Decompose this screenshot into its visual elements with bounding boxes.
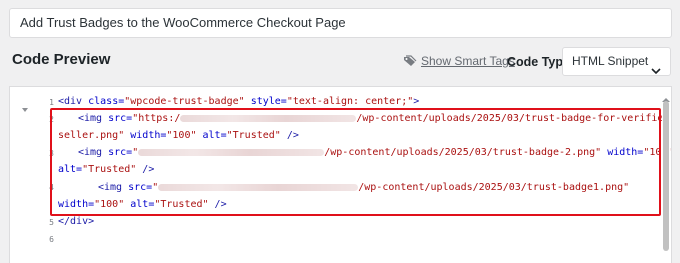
tag-icon [403, 55, 417, 67]
code-line-1: <div class="wpcode-trust-badge" style="t… [58, 96, 420, 107]
code-type-value: HTML Snippet [572, 54, 649, 68]
show-smart-tags-link[interactable]: Show Smart Tags [403, 54, 515, 68]
code-line-3-wrap: alt="Trusted" /> [58, 164, 155, 175]
chevron-down-icon [651, 58, 661, 85]
snippet-title-input[interactable]: Add Trust Badges to the WooCommerce Chec… [9, 8, 672, 38]
code-type-label: Code Type [507, 55, 570, 69]
code-preview-heading: Code Preview [12, 51, 111, 68]
line-number: 1 [49, 98, 54, 107]
redacted-domain [138, 148, 325, 156]
line-number: 5 [49, 218, 54, 227]
code-line-2-wrap: seller.png" width="100" alt="Trusted" /> [58, 130, 299, 141]
code-line-3: <img src="/wp-content/uploads/2025/03/tr… [78, 147, 672, 158]
code-line-4-wrap: width="100" alt="Trusted" /> [58, 199, 227, 210]
code-content: <div class="wpcode-trust-badge" style="t… [54, 87, 671, 263]
line-number-gutter: 1 2 3 4 5 6 [10, 87, 54, 263]
fold-triangle-icon[interactable] [22, 100, 28, 118]
line-number: 2 [49, 115, 54, 124]
vertical-scrollbar[interactable] [662, 87, 670, 263]
code-line-4: <img src="/wp-content/uploads/2025/03/tr… [98, 182, 630, 193]
code-line-2: <img src="https://wp-content/uploads/202… [78, 113, 672, 124]
code-line-5: </div> [58, 216, 95, 227]
redacted-domain [158, 183, 359, 191]
code-type-select[interactable]: HTML Snippet [562, 47, 671, 76]
scrollbar-thumb[interactable] [663, 101, 669, 251]
show-smart-tags-label: Show Smart Tags [421, 54, 515, 68]
line-number: 3 [49, 149, 54, 158]
redacted-domain [180, 114, 357, 122]
line-number: 4 [49, 183, 54, 192]
code-editor[interactable]: 1 2 3 4 5 6 <div class="wpcode-trust-bad… [9, 86, 672, 263]
line-number: 6 [49, 235, 54, 244]
